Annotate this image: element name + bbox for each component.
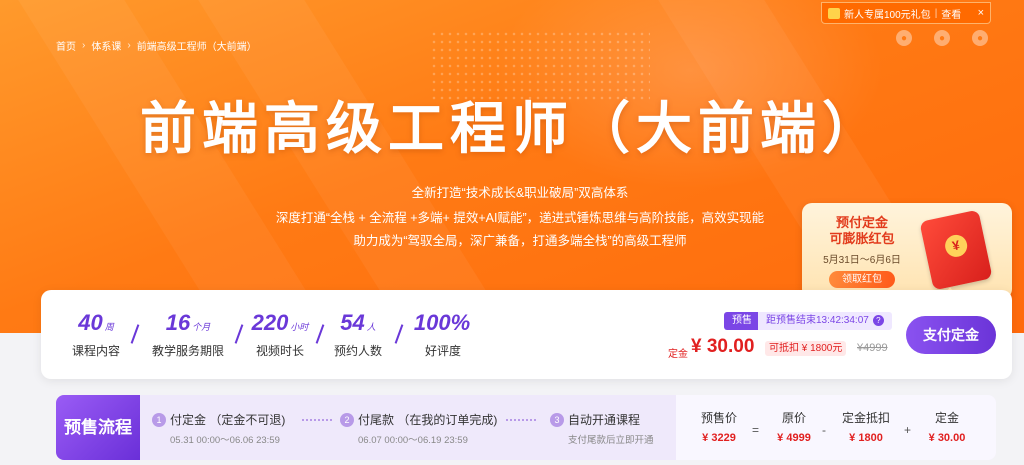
course-subtitle-line: 全新打造“技术成长&职业破局”双高体系 <box>411 186 629 200</box>
help-icon[interactable]: ? <box>872 315 884 326</box>
deposit-label: 定金 <box>668 349 688 360</box>
divider <box>234 324 244 344</box>
promo-view-link[interactable]: 查看 <box>941 6 961 21</box>
flow-step-2: 2 付尾款 （在我的订单完成) 06.07 00:00～06.19 23:59 <box>340 411 497 446</box>
price-deposit: 定金 ¥ 30.00 <box>928 411 966 444</box>
step-number: 3 <box>550 412 564 427</box>
divider <box>394 324 404 344</box>
op-plus: + <box>904 423 912 437</box>
flow-step-3: 3 自动开通课程 支付尾款后立即开通 <box>550 411 654 446</box>
course-title: 前端高级工程师（大前端） <box>140 97 884 160</box>
presale-flow: 预售流程 1 付定金 （定金不可退) 05.31 00:00～06.06 23:5… <box>56 395 996 460</box>
divider <box>315 324 325 344</box>
price-breakdown: 预售价 ¥ 3229 = 原价 ¥ 4999 - 定金抵扣 ¥ 1800 + 定金 ¥ … <box>676 395 996 460</box>
red-envelope-icon <box>919 209 993 291</box>
deposit-price: ¥ 30.00 <box>691 336 755 357</box>
pay-deposit-button[interactable]: 支付定金 <box>906 316 996 354</box>
wechat-icon[interactable]: ● <box>896 30 912 46</box>
step-number: 1 <box>152 412 166 427</box>
stat-service-period: 16 个月 教学服务期限 <box>151 310 224 358</box>
breadcrumb-category[interactable]: 体系课 <box>91 38 121 53</box>
divider <box>130 324 140 344</box>
stat-video-hours: 220 小时 视频时长 <box>251 310 309 358</box>
red-envelope-promo[interactable]: 预付定金 可膨胀红包 5月31日～6月6日 领取红包 <box>802 203 1012 311</box>
step-number: 2 <box>340 412 354 427</box>
close-icon[interactable]: × <box>978 7 984 19</box>
presale-countdown: 距预售结束13:42:34:07? <box>758 312 892 330</box>
course-subtitle-line: 深度打通“全栈 + 全流程 +多端+ 提效+AI赋能”，递进式锤炼思维与高阶技能… <box>275 211 765 225</box>
deposit-offset-badge: 可抵扣 ¥ 1800元 <box>765 341 847 356</box>
divider: | <box>934 7 938 19</box>
breadcrumb-home[interactable]: 首页 <box>56 38 76 53</box>
promo-headline: 预付定金 可膨胀红包 <box>829 215 895 246</box>
chevron-right-icon: › <box>127 40 131 51</box>
chevron-right-icon: › <box>82 40 86 51</box>
stat-weeks: 40 周 课程内容 <box>71 310 120 358</box>
flow-step-1: 1 付定金 （定金不可退) 05.31 00:00～06.06 23:59 <box>152 411 285 446</box>
course-subtitle-line: 助力成为“驾驭全局，深广兼备，打通多端全栈”的高级工程师 <box>353 234 687 248</box>
breadcrumb-current: 前端高级工程师（大前端） <box>136 42 257 53</box>
price-deposit-offset: 定金抵扣 ¥ 1800 <box>841 411 890 444</box>
step-connector <box>506 419 536 421</box>
original-price: ¥4999 <box>857 342 888 354</box>
share-icons: ● ● ● <box>896 30 988 46</box>
breadcrumb: 首页 › 体系课 › 前端高级工程师（大前端） <box>56 38 257 53</box>
presale-tag: 预售 <box>724 312 760 330</box>
weibo-icon[interactable]: ● <box>934 30 950 46</box>
gift-icon <box>828 7 840 19</box>
stat-rating: 100% 好评度 <box>413 310 471 358</box>
promo-dates: 5月31日～6月6日 <box>823 255 901 266</box>
flow-title: 预售流程 <box>56 395 140 460</box>
step-connector <box>302 419 332 421</box>
price-original: 原价 ¥ 4999 <box>777 411 811 444</box>
op-equals: = <box>752 423 760 437</box>
price-presale: 预售价 ¥ 3229 <box>700 411 737 444</box>
new-user-promo-bar[interactable]: 新人专属100元礼包 | 查看 × <box>821 2 991 24</box>
stat-reservations: 54 人 预约人数 <box>333 310 382 358</box>
op-minus: - <box>822 423 826 437</box>
qq-icon[interactable]: ● <box>972 30 988 46</box>
promo-text: 新人专属100元礼包 <box>844 9 931 21</box>
course-info-card: 40 周 课程内容 16 个月 教学服务期限 220 小时 视频时长 54 人 预约人数… <box>41 290 1012 379</box>
claim-red-envelope-button[interactable]: 领取红包 <box>829 271 895 288</box>
